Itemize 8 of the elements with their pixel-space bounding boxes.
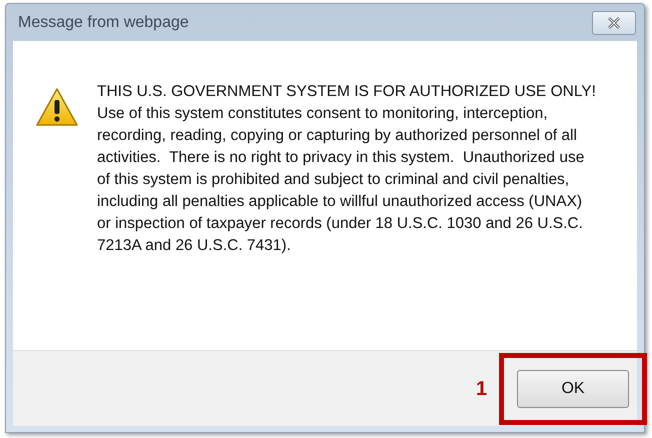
- ok-button[interactable]: OK: [517, 370, 629, 408]
- warning-message: Use of this system constitutes consent to monitoring, interception, recording, reading, copying or capturing by authorized personnel of all activities. There is no right to privacy in this system. Unauthorized use of this system is prohibited and subject to criminal and civil penalties, including all penalties applicable to willful unauthorized access (UNAX) or inspection of taxpayer records (under 18 U.S.C. 1030 and 26 U.S.C. 7213A and 26 U.S.C. 7431).: [97, 104, 586, 256]
- warning-icon: [35, 87, 79, 127]
- step-number: 1: [476, 376, 487, 402]
- close-icon: [607, 16, 621, 30]
- window-title: Message from webpage: [18, 12, 189, 32]
- warning-heading: THIS U.S. GOVERNMENT SYSTEM IS FOR AUTHORIZED USE ONLY!: [97, 82, 597, 102]
- close-button[interactable]: [592, 10, 636, 34]
